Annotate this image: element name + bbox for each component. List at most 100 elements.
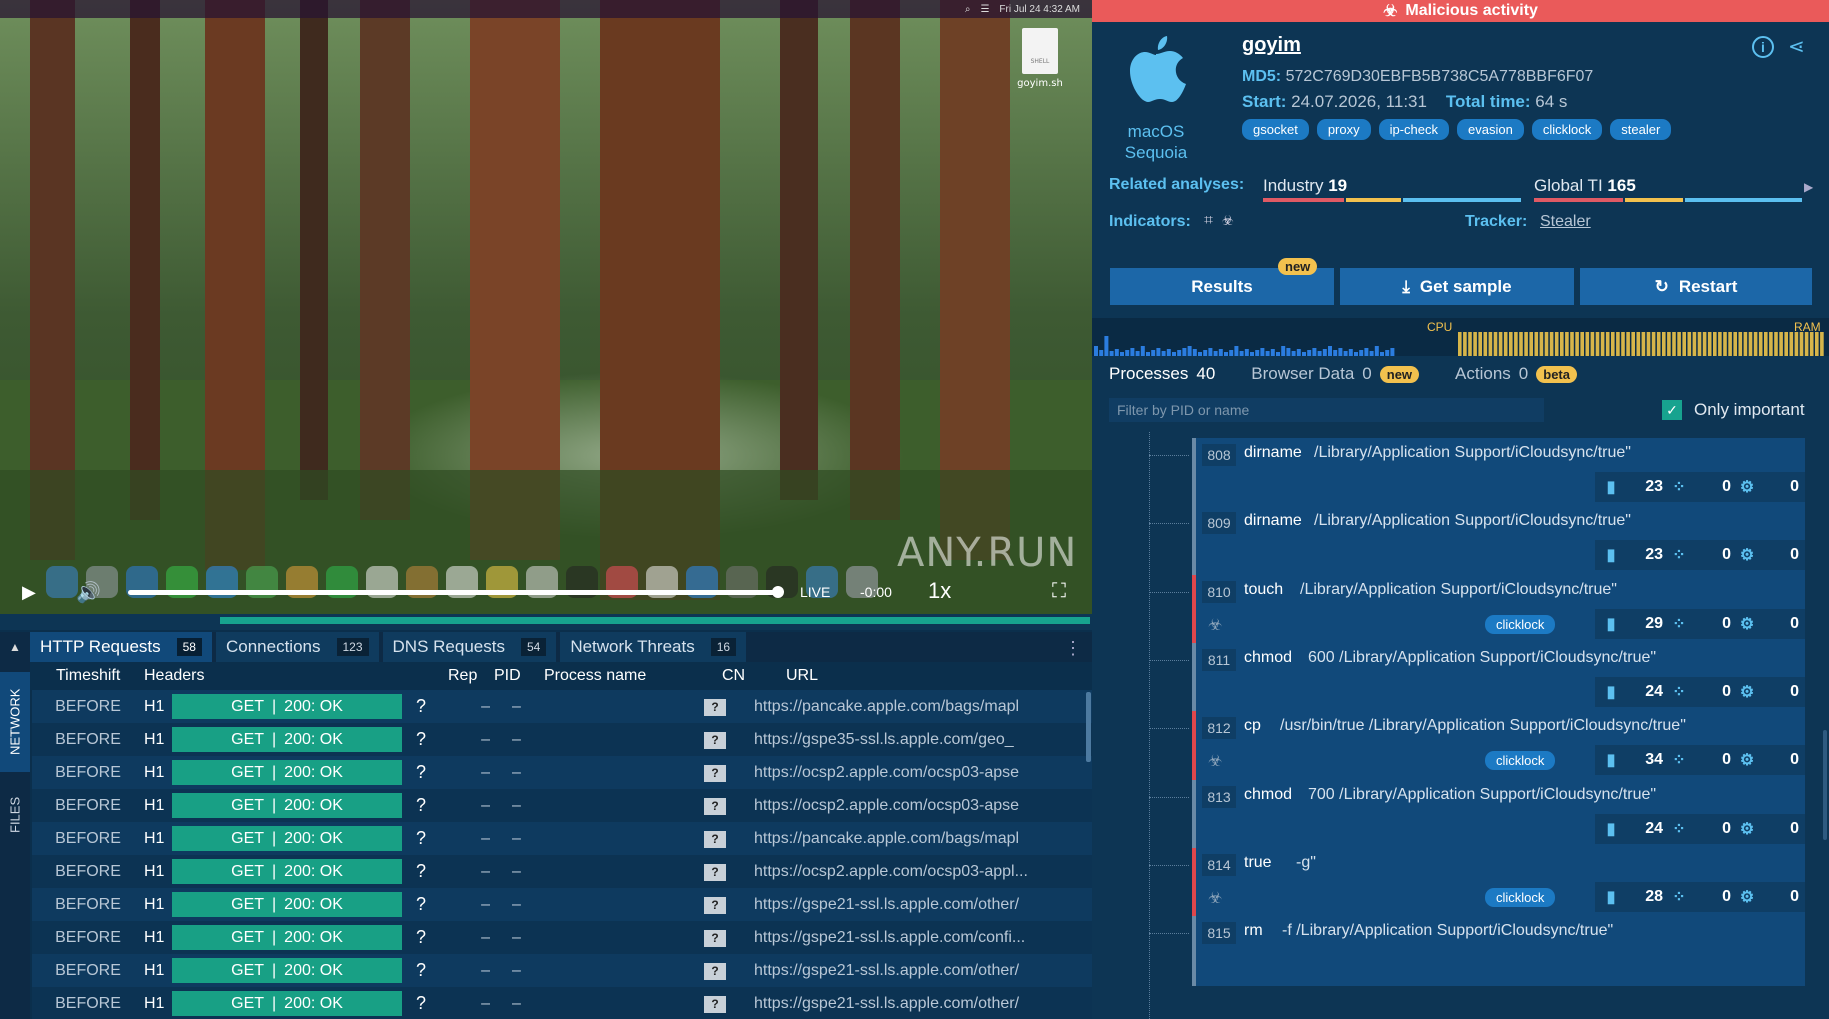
- chip-icon[interactable]: ⌗: [1204, 212, 1213, 229]
- table-row[interactable]: BEFORE H1 GET | 200: OK? – –? https://gspe21-ss…: [32, 987, 1092, 1019]
- cell-url[interactable]: https://ocsp2.apple.com/ocsp03-apse: [754, 764, 1034, 782]
- cell-cn: ?: [704, 863, 754, 881]
- cell-url[interactable]: https://gspe21-ssl.ls.apple.com/confi...: [754, 929, 1034, 947]
- col-process[interactable]: Process name: [526, 667, 722, 685]
- cell-process: –: [512, 796, 521, 814]
- process-item[interactable]: 809 dirname/Library/Application Support/i…: [1192, 506, 1805, 577]
- side-tab-files[interactable]: FILES: [0, 780, 30, 850]
- tab-connections[interactable]: Connections 123: [215, 632, 379, 662]
- chevron-right-icon[interactable]: ▶: [1804, 180, 1813, 194]
- tab-http-requests[interactable]: HTTP Requests 58: [30, 632, 212, 662]
- tracker-link[interactable]: Stealer: [1540, 213, 1591, 231]
- cell-url[interactable]: https://pancake.apple.com/bags/mapl: [754, 698, 1034, 716]
- process-item[interactable]: 813 chmod 700 /Library/Application Support…: [1192, 779, 1805, 850]
- table-row[interactable]: BEFORE H1 GET | 200: OK? – –? https://pancake.a…: [32, 690, 1092, 723]
- table-row[interactable]: BEFORE H1 GET | 200: OK? – –? https://ocsp2.app…: [32, 789, 1092, 822]
- table-row[interactable]: BEFORE H1 GET | 200: OK? – –? https://gspe35-ss…: [32, 723, 1092, 756]
- col-pid[interactable]: PID: [494, 667, 526, 685]
- process-item[interactable]: 812 cp/usr/bin/true /Library/Application …: [1192, 711, 1805, 782]
- side-tab-network[interactable]: NETWORK: [0, 672, 30, 772]
- ram-bar: [1549, 332, 1554, 356]
- col-cn[interactable]: CN: [722, 667, 786, 685]
- cell-url[interactable]: https://ocsp2.apple.com/ocsp03-appl...: [754, 863, 1034, 881]
- fullscreen-icon[interactable]: ⛶: [1052, 580, 1066, 603]
- ram-bar: [1707, 332, 1712, 356]
- tab-actions[interactable]: Actions 0 beta: [1455, 364, 1577, 384]
- ram-bar: [1570, 332, 1574, 356]
- volume-icon[interactable]: 🔊: [76, 580, 101, 605]
- tag[interactable]: evasion: [1457, 119, 1524, 140]
- indicator-icons: ⌗ ☣: [1204, 212, 1234, 230]
- collapse-up-icon[interactable]: ▲: [0, 640, 30, 654]
- ram-bars: [1458, 332, 1824, 356]
- tag[interactable]: stealer: [1610, 119, 1672, 140]
- ram-bar: [1580, 332, 1584, 356]
- download-icon: ⤓: [1402, 276, 1410, 296]
- beta-badge: beta: [1536, 365, 1577, 383]
- file-icon: ▮: [1606, 683, 1616, 701]
- industry-link[interactable]: Industry 19: [1263, 176, 1347, 196]
- cell-url[interactable]: https://gspe35-ssl.ls.apple.com/geo_: [754, 731, 1034, 749]
- cell-url[interactable]: https://gspe21-ssl.ls.apple.com/other/: [754, 962, 1034, 980]
- process-tag[interactable]: clicklock: [1485, 751, 1556, 771]
- tab-dns-requests[interactable]: DNS Requests 54: [382, 632, 557, 662]
- process-item[interactable]: 808 dirname/Library/Application Support/i…: [1192, 438, 1805, 508]
- desktop-file-goyim[interactable]: SHELL goyim.sh: [1012, 28, 1068, 89]
- playback-knob[interactable]: [772, 586, 784, 598]
- cpu-bar: [1364, 348, 1369, 356]
- cell-method: GET: [231, 895, 265, 913]
- process-cmd: 600 /Library/Application Support/iClouds…: [1308, 648, 1657, 666]
- ram-bar: [1641, 332, 1646, 356]
- speed-button[interactable]: 1x: [928, 578, 951, 604]
- process-scrollbar[interactable]: [1823, 730, 1827, 840]
- table-row[interactable]: BEFORE H1 GET | 200: OK? – –? https://gspe21-ss…: [32, 921, 1092, 954]
- info-icon[interactable]: i: [1752, 36, 1774, 58]
- divider: |: [272, 730, 277, 748]
- more-options-icon[interactable]: ⋮: [1064, 638, 1082, 659]
- process-tag[interactable]: clicklock: [1485, 887, 1556, 907]
- share-icon[interactable]: ⋖: [1788, 34, 1805, 59]
- process-item[interactable]: 810 touch/Library/Application Support/iCl…: [1192, 574, 1805, 645]
- table-row[interactable]: BEFORE H1 GET | 200: OK? – –? https://ocsp2.app…: [32, 855, 1092, 888]
- tab-network-threats[interactable]: Network Threats 16: [560, 632, 747, 662]
- col-rep[interactable]: Rep: [418, 667, 494, 685]
- process-item[interactable]: 815 rm -f /Library/Application Support/iCl…: [1192, 916, 1805, 987]
- cell-url[interactable]: https://gspe21-ssl.ls.apple.com/other/: [754, 995, 1034, 1013]
- md5-value[interactable]: 572C769D30EBFB5B738C5A778BBF6F07: [1286, 68, 1594, 85]
- vm-screen[interactable]: ⌕ ☰ Fri Jul 24 4:32 AM SHELL goyim.sh AN…: [0, 0, 1092, 630]
- tag[interactable]: proxy: [1316, 119, 1371, 140]
- tag[interactable]: clicklock: [1531, 119, 1603, 140]
- restart-button[interactable]: ↻ Restart: [1580, 268, 1812, 305]
- vm-timeline[interactable]: [0, 614, 1092, 630]
- tab-processes[interactable]: Processes 40: [1109, 364, 1215, 384]
- table-row[interactable]: BEFORE H1 GET | 200: OK? – –? https://pancake.a…: [32, 822, 1092, 855]
- table-scrollbar[interactable]: [1086, 692, 1091, 762]
- col-headers[interactable]: Headers: [144, 667, 418, 685]
- play-icon[interactable]: ▶: [22, 582, 36, 603]
- cell-url[interactable]: https://ocsp2.apple.com/ocsp03-apse: [754, 797, 1034, 815]
- ram-bar: [1554, 332, 1559, 356]
- process-stats: ▮ 28 ⁘ 0 ⚙ 0: [1595, 881, 1805, 912]
- get-sample-button[interactable]: ⤓ Get sample: [1340, 268, 1574, 305]
- biohazard-icon[interactable]: ☣: [1222, 212, 1234, 229]
- cell-url[interactable]: https://pancake.apple.com/bags/mapl: [754, 830, 1034, 848]
- tag[interactable]: ip-check: [1378, 119, 1450, 140]
- process-filter-input[interactable]: [1109, 398, 1544, 422]
- tag[interactable]: gsocket: [1242, 119, 1309, 140]
- table-row[interactable]: BEFORE H1 GET | 200: OK? – –? https://gspe21-ss…: [32, 954, 1092, 987]
- process-tag[interactable]: clicklock: [1485, 614, 1556, 634]
- process-item[interactable]: 811 chmod 600 /Library/Application Support…: [1192, 642, 1805, 713]
- table-row[interactable]: BEFORE H1 GET | 200: OK? – –? https://ocsp2.app…: [32, 756, 1092, 789]
- col-url[interactable]: URL: [786, 667, 1066, 685]
- tab-browser-data[interactable]: Browser Data 0 new: [1251, 364, 1420, 384]
- only-important-checkbox[interactable]: ✓: [1662, 400, 1682, 420]
- table-row[interactable]: BEFORE H1 GET | 200: OK? – –? https://gspe21-ss…: [32, 888, 1092, 921]
- cell-url[interactable]: https://gspe21-ssl.ls.apple.com/other/: [754, 896, 1034, 914]
- live-label[interactable]: LIVE: [800, 584, 830, 600]
- sample-title[interactable]: goyim: [1242, 34, 1301, 57]
- col-timeshift[interactable]: Timeshift: [32, 667, 144, 685]
- global-ti-link[interactable]: Global TI 165: [1534, 176, 1636, 196]
- playback-progress-bar[interactable]: [128, 590, 778, 595]
- ram-bar: [1662, 332, 1666, 356]
- process-item[interactable]: 814 true -g" ▮ 28 ⁘ 0 ⚙ 0 ☣ clicklock: [1192, 847, 1805, 918]
